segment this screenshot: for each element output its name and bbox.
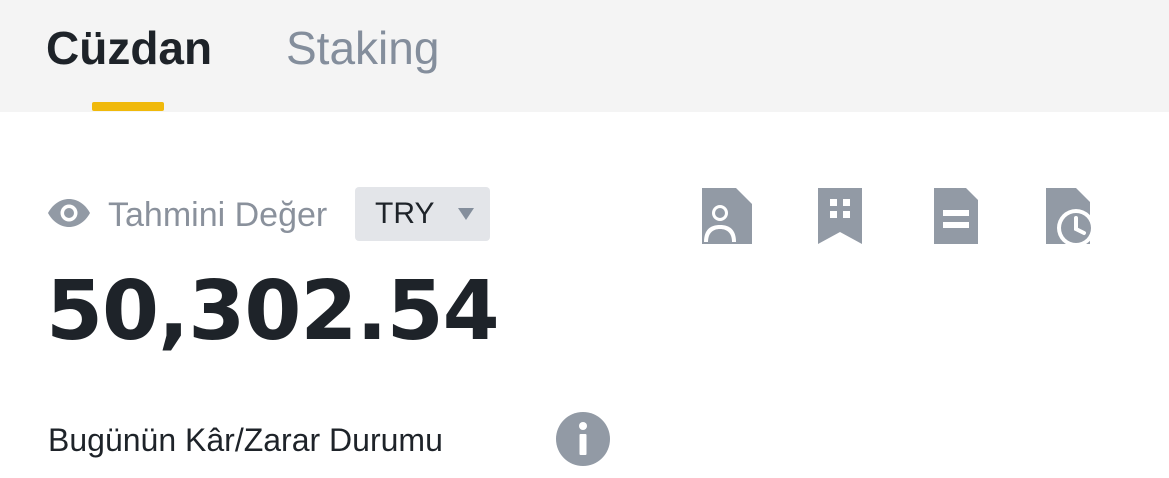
building-bookmark-icon[interactable] (810, 186, 870, 246)
balance-amount: 50,302.54 (46, 264, 500, 359)
account-document-icon[interactable] (696, 186, 756, 246)
eye-icon[interactable] (46, 198, 92, 228)
todays-pnl-label: Bugünün Kâr/Zarar Durumu (48, 422, 443, 458)
currency-select[interactable]: TRY (355, 187, 490, 241)
currency-value: TRY (375, 197, 435, 230)
history-document-icon[interactable] (1038, 186, 1098, 246)
active-tab-indicator (92, 102, 164, 111)
tab-staking[interactable]: Staking (286, 20, 439, 76)
info-icon[interactable] (555, 411, 611, 467)
document-icon[interactable] (924, 186, 984, 246)
caret-down-icon (458, 208, 474, 220)
tab-cuzdan[interactable]: Cüzdan (46, 20, 212, 76)
estimated-value-label: Tahmini Değer (108, 196, 328, 234)
tab-bar: Cüzdan Staking (0, 0, 1169, 112)
